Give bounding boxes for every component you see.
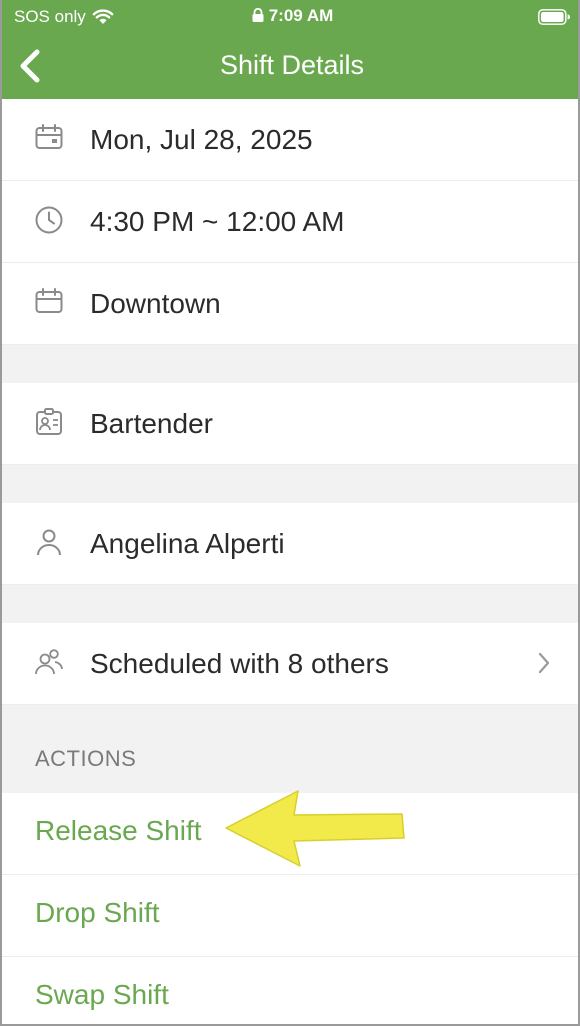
lock-icon [252,8,264,22]
section-spacer [2,345,578,383]
coworkers-row[interactable]: Scheduled with 8 others [2,623,578,705]
clock-time: 7:09 AM [268,6,334,25]
status-bar: SOS only 7:09 AM [2,0,578,34]
shift-employee: Angelina Alperti [90,527,285,559]
shift-position-row: Bartender [2,383,578,465]
drop-shift-action[interactable]: Drop Shift [2,875,578,957]
shift-position: Bartender [90,407,213,439]
section-spacer [2,585,578,623]
page-title: Shift Details [219,50,365,80]
shift-time-range: 4:30 PM ~ 12:00 AM [90,205,345,237]
shift-details-list: Mon, Jul 28, 2025 4:30 PM ~ 12:00 AM Dow… [2,99,578,1024]
person-icon [33,526,65,558]
release-shift-button[interactable]: Release Shift [35,815,202,847]
clock-icon [33,204,65,236]
shift-location-row: Downtown [2,263,578,345]
shift-time-row: 4:30 PM ~ 12:00 AM [2,181,578,263]
chevron-right-icon [538,652,550,674]
calendar-icon [33,286,65,318]
drop-shift-button[interactable]: Drop Shift [35,897,160,929]
calendar-icon [33,122,65,154]
actions-section-header: ACTIONS [2,705,578,793]
clock: 7:09 AM [2,6,578,26]
coworkers-label: Scheduled with 8 others [90,647,389,679]
battery-icon [538,9,570,25]
shift-date-row: Mon, Jul 28, 2025 [2,99,578,181]
annotation-arrow-icon [225,790,405,867]
id-badge-icon [33,406,65,438]
app-header: SOS only 7:09 AM Shift Details [2,0,578,99]
section-label-actions: ACTIONS [35,746,137,771]
swap-shift-action[interactable]: Swap Shift [2,957,578,1024]
shift-location: Downtown [90,287,221,319]
swap-shift-button[interactable]: Swap Shift [35,979,169,1011]
people-icon [33,646,65,678]
shift-date: Mon, Jul 28, 2025 [90,123,313,155]
shift-employee-row: Angelina Alperti [2,503,578,585]
section-spacer [2,465,578,503]
phone-screen: SOS only 7:09 AM Shift Details Mon, Jul … [0,0,580,1026]
